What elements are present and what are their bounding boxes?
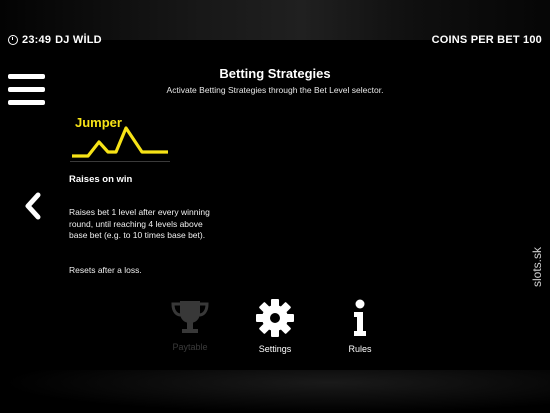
game-name: DJ WİLD (55, 34, 102, 46)
settings-button[interactable]: Settings (245, 298, 305, 358)
page-title: Betting Strategies (219, 66, 331, 81)
strategy-name: Jumper (75, 115, 122, 130)
coins-per-bet: COINS PER BET 100 (431, 34, 542, 46)
page-subtitle: Activate Betting Strategies through the … (166, 85, 384, 95)
trophy-icon (171, 301, 209, 333)
status-left: 23:49 DJ WİLD (8, 34, 102, 46)
back-arrow-icon[interactable] (22, 191, 44, 221)
paytable-button[interactable]: Paytable (160, 298, 220, 358)
strategy-description: Raises bet 1 level after every winning r… (69, 207, 210, 240)
bottom-glow (0, 370, 550, 413)
settings-label: Settings (258, 344, 292, 354)
strategy-reset-note: Resets after a loss. (69, 265, 142, 275)
watermark: slots.sk (530, 246, 544, 287)
rules-label: Rules (348, 344, 372, 354)
status-time: 23:49 (22, 34, 52, 46)
strategy-heading: Raises on win (69, 174, 133, 185)
clock-icon (8, 35, 18, 45)
gear-icon (256, 299, 294, 337)
info-icon (354, 299, 366, 336)
paytable-label: Paytable (172, 342, 208, 352)
rules-button[interactable]: Rules (330, 298, 390, 358)
